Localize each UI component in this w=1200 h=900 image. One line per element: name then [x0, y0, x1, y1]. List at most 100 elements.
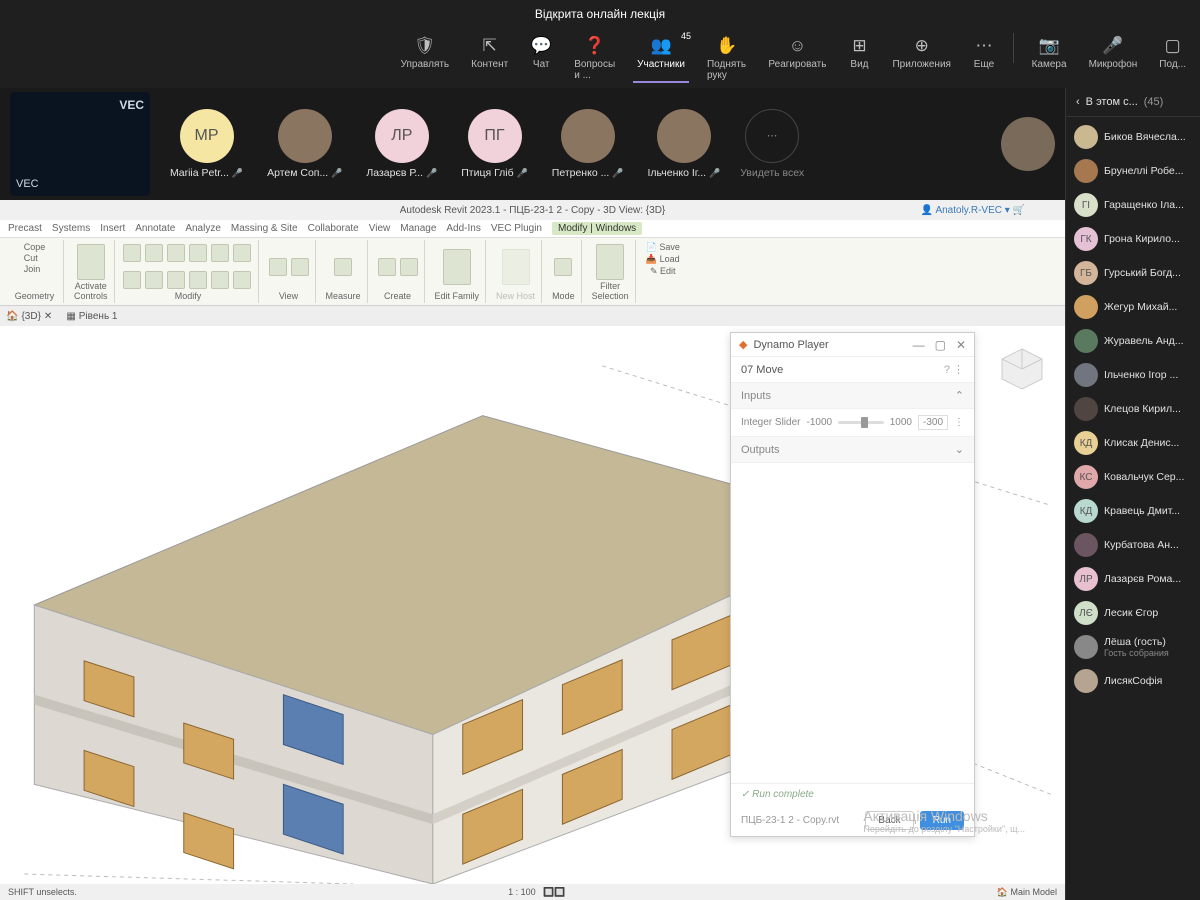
participant-row[interactable]: ГІГаращенко Іла... [1066, 189, 1200, 221]
revit-viewport[interactable]: ◆ Dynamo Player ―▢✕ 07 Move ? ⋮ Inputs⌃ … [0, 326, 1065, 884]
participant-row[interactable]: ГКГрона Кирило... [1066, 223, 1200, 255]
share-icon: ▢ [1162, 35, 1184, 57]
back-icon[interactable]: ‹ [1076, 96, 1080, 108]
maximize-icon[interactable]: ▢ [935, 338, 946, 352]
view-tab-level1[interactable]: ▦ Рівень 1 [66, 311, 117, 322]
avatar [1074, 533, 1098, 557]
participant-row[interactable]: Брунеллі Робе... [1066, 155, 1200, 187]
participant-row[interactable]: ЛЄ Лесик Єгор [1066, 597, 1200, 629]
video-tile[interactable]: МРMariia Petr... 🎤 [170, 109, 243, 179]
ribbon-tab[interactable]: VEC Plugin [491, 223, 542, 234]
revit-titlebar: Autodesk Revit 2023.1 - ПЦБ-23-1 2 - Cop… [0, 200, 1065, 220]
ribbon-tab[interactable]: Analyze [185, 223, 221, 234]
participant-row[interactable]: Жегур Михай... [1066, 291, 1200, 323]
participant-row[interactable]: ГБГурський Богд... [1066, 257, 1200, 289]
share-button[interactable]: ▢Под... [1155, 33, 1190, 83]
dynamo-run-button[interactable]: Run [920, 811, 964, 830]
revit-ribbon: CopeCutJoinGeometry ActivateControls Mod… [0, 238, 1065, 306]
avatar [1074, 363, 1098, 387]
qa-button[interactable]: ❓Вопросы и ... [570, 33, 619, 83]
help-icon[interactable]: ? [944, 364, 950, 376]
apps-button[interactable]: ⊕Приложения [888, 33, 955, 83]
video-tile[interactable]: ЛРЛазарєв Р... 🎤 [366, 109, 437, 179]
view-button[interactable]: ⊞Вид [844, 33, 874, 83]
mic-button[interactable]: 🎤Микрофон [1085, 33, 1142, 83]
slider-value-input[interactable]: -300 [918, 415, 948, 430]
grid-icon: ⊞ [848, 35, 870, 57]
viewcube[interactable] [997, 344, 1047, 394]
view-all-participants[interactable]: ⋯ Увидеть всех [740, 109, 804, 179]
content-button[interactable]: ⇱Контент [467, 33, 512, 83]
participant-name: Кравець Дмит... [1104, 505, 1180, 517]
participant-name: Гаращенко Іла... [1104, 199, 1184, 211]
participant-name: Брунеллі Робе... [1104, 165, 1184, 177]
participant-name: Журавель Анд... [1104, 335, 1184, 347]
chat-button[interactable]: 💬Чат [526, 33, 556, 83]
video-strip: VEC VEC МРMariia Petr... 🎤 Артем Соп... 🎤… [0, 88, 1065, 200]
participant-row[interactable]: Биков Вячесла... [1066, 121, 1200, 153]
ribbon-tab[interactable]: Insert [100, 223, 125, 234]
camera-button[interactable]: 📷Камера [1028, 33, 1071, 83]
avatar: ЛЄ [1074, 601, 1098, 625]
participant-row[interactable]: КДКравець Дмит... [1066, 495, 1200, 527]
menu-icon[interactable]: ⋮ [954, 417, 964, 428]
dynamo-inputs-header[interactable]: Inputs⌃ [731, 383, 974, 409]
plus-icon: ⊕ [911, 35, 933, 57]
participant-name: Лесик Єгор [1104, 607, 1158, 619]
shared-screen: Autodesk Revit 2023.1 - ПЦБ-23-1 2 - Cop… [0, 200, 1065, 900]
participants-button[interactable]: 👥45Участники [633, 33, 689, 83]
ribbon-tab[interactable]: Manage [400, 223, 436, 234]
participant-row[interactable]: КСКовальчук Сер... [1066, 461, 1200, 493]
participant-row[interactable]: Ільченко Ігор ... [1066, 359, 1200, 391]
presenter-tile[interactable]: VEC VEC [10, 92, 150, 196]
close-icon[interactable]: ✕ [956, 338, 966, 352]
video-tile[interactable]: Артем Соп... 🎤 [267, 109, 342, 179]
dynamo-titlebar[interactable]: ◆ Dynamo Player ―▢✕ [731, 333, 974, 357]
revit-user[interactable]: 👤 Anatoly.R-VEC ▾ 🛒 [921, 205, 1025, 216]
ellipsis-icon: ⋯ [973, 35, 995, 57]
view-tab-3d[interactable]: 🏠 {3D} ✕ [6, 311, 52, 322]
menu-icon[interactable]: ⋮ [953, 364, 964, 376]
participant-row[interactable]: Клецов Кирил... [1066, 393, 1200, 425]
participant-row[interactable]: Журавель Анд... [1066, 325, 1200, 357]
raise-hand-button[interactable]: ✋Поднять руку [703, 33, 750, 83]
ribbon-tab[interactable]: Collaborate [308, 223, 359, 234]
react-button[interactable]: ☺Реагировать [764, 33, 830, 83]
dynamo-outputs-header[interactable]: Outputs⌄ [731, 437, 974, 463]
tab-modify-windows[interactable]: Modify | Windows [552, 222, 642, 235]
revit-view-tabs: 🏠 {3D} ✕ ▦ Рівень 1 [0, 306, 1065, 326]
participant-row[interactable]: ЛисякСофія [1066, 665, 1200, 697]
minimize-icon[interactable]: ― [913, 338, 925, 352]
video-tile[interactable]: Петренко ... 🎤 [552, 109, 624, 179]
self-tile[interactable] [1001, 117, 1055, 171]
participant-row[interactable]: ЛРЛазарєв Рома... [1066, 563, 1200, 595]
mic-off-icon: 🎤 [1102, 35, 1124, 57]
avatar: ЛР [375, 109, 429, 163]
ribbon-tab[interactable]: View [369, 223, 391, 234]
participant-row[interactable]: Лёша (гость)Гость собрания [1066, 631, 1200, 663]
video-tile[interactable]: Ільченко Іг... 🎤 [647, 109, 720, 179]
revit-statusbar: SHIFT unselects. 1 : 100 🔲🔲 🏠 Main Model [0, 884, 1065, 900]
participant-row[interactable]: Курбатова Ан... [1066, 529, 1200, 561]
participant-name: Птиця Гліб 🎤 [461, 167, 528, 179]
integer-slider[interactable] [838, 421, 884, 424]
question-icon: ❓ [584, 35, 606, 57]
video-tile[interactable]: ПГПтиця Гліб 🎤 [461, 109, 528, 179]
participant-row[interactable]: КДКлисак Денис... [1066, 427, 1200, 459]
manage-button[interactable]: 🛡Управлять [397, 33, 454, 83]
ribbon-tab[interactable]: Annotate [135, 223, 175, 234]
avatar [657, 109, 711, 163]
ribbon-tab[interactable]: Add-Ins [446, 223, 480, 234]
dynamo-slider-row: Integer Slider -1000 1000 -300 ⋮ [731, 409, 974, 437]
dynamo-status: ✓ Run complete [731, 784, 974, 805]
dynamo-back-button[interactable]: Back [865, 811, 913, 830]
panel-count: (45) [1144, 96, 1164, 108]
ribbon-tab[interactable]: Systems [52, 223, 90, 234]
avatar: КС [1074, 465, 1098, 489]
ribbon-tab[interactable]: Precast [8, 223, 42, 234]
avatar: МР [180, 109, 234, 163]
participant-name: Жегур Михай... [1104, 301, 1177, 313]
more-button[interactable]: ⋯Еще [969, 33, 999, 83]
participant-name: ЛисякСофія [1104, 675, 1162, 687]
ribbon-tab[interactable]: Massing & Site [231, 223, 298, 234]
